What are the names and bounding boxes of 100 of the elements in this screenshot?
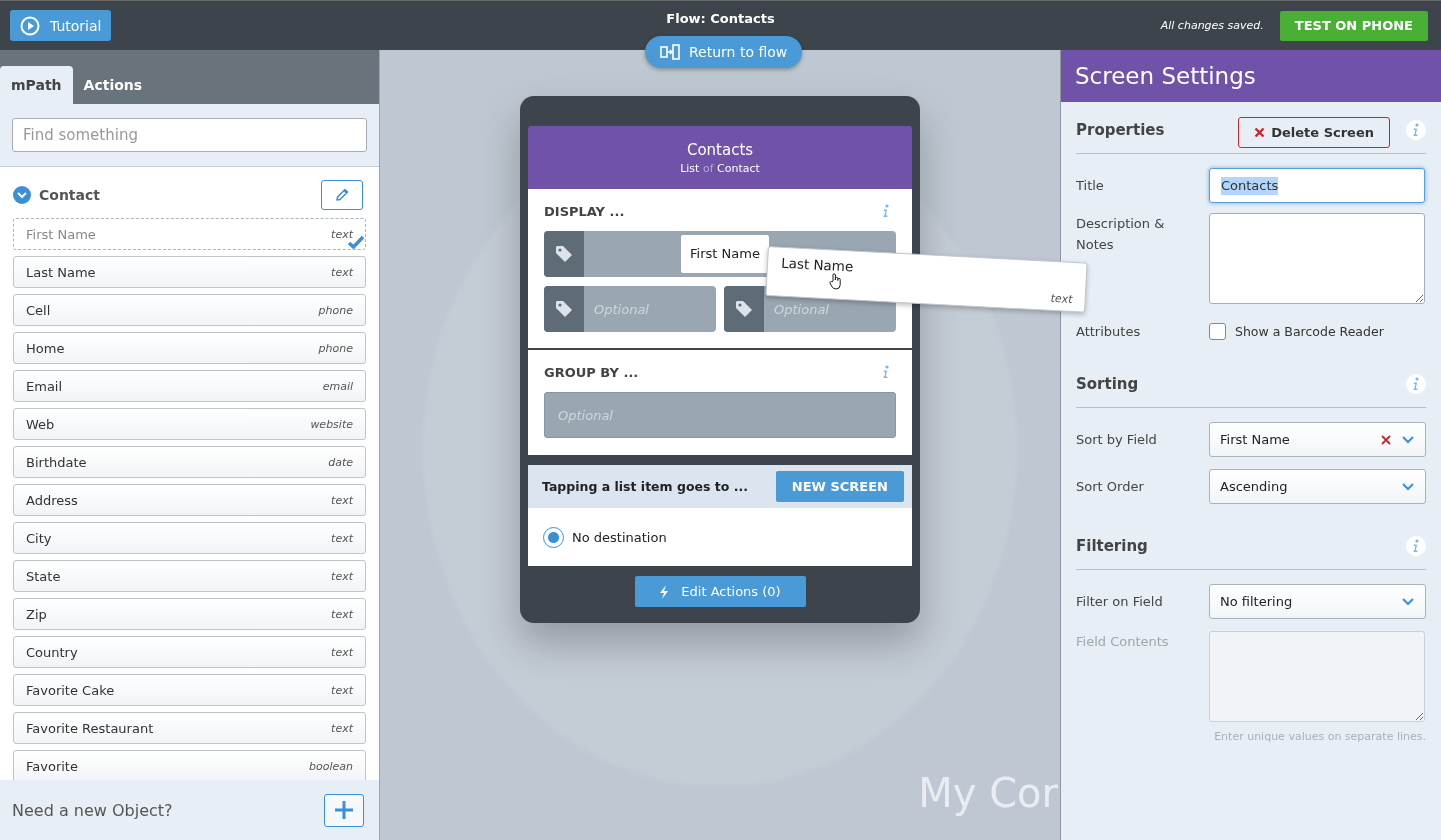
field-type: text — [331, 531, 353, 545]
field-item[interactable]: Home phone — [13, 332, 366, 364]
field-label: Title — [1076, 177, 1105, 195]
field-type: text — [331, 721, 353, 735]
field-item[interactable]: Email email — [13, 370, 366, 402]
field-item[interactable]: Cell phone — [13, 294, 366, 326]
field-item[interactable]: First Name text — [13, 218, 366, 250]
field-label: Field Contents — [1076, 633, 1170, 651]
field-type: email — [322, 379, 353, 393]
settings-title: Screen Settings — [1061, 50, 1441, 102]
field-name: First Name — [26, 226, 96, 242]
field-label: Attributes — [1076, 323, 1142, 341]
field-type: text — [331, 227, 353, 241]
title-field[interactable]: Contacts — [1209, 168, 1425, 203]
field-name: Email — [26, 378, 63, 394]
field-name: Favorite — [26, 758, 78, 774]
field-type: phone — [318, 341, 353, 355]
field-name: Birthdate — [26, 454, 87, 470]
checkbox-label: Show a Barcode Reader — [1235, 324, 1384, 339]
tag-icon — [735, 300, 753, 318]
field-label: Sort Order — [1076, 478, 1145, 496]
tag-icon — [555, 300, 573, 318]
field-type: text — [331, 645, 353, 659]
field-item[interactable]: Favorite boolean — [13, 750, 366, 780]
field-label: Filter on Field — [1076, 593, 1164, 611]
tap-label: Tapping a list item goes to ... — [542, 479, 748, 494]
field-type: text — [331, 683, 353, 697]
delete-screen-button[interactable]: Delete Screen — [1238, 117, 1390, 148]
close-icon — [1254, 127, 1266, 138]
field-type: text — [1050, 291, 1073, 306]
dropdown[interactable]: No filtering — [1209, 584, 1426, 619]
flow-title: Flow: Contacts — [666, 11, 775, 26]
field-item[interactable]: Birthdate date — [13, 446, 366, 478]
chevron-down-icon — [1401, 596, 1415, 607]
flow-icon — [660, 44, 680, 60]
field-item[interactable]: Country text — [13, 636, 366, 668]
chevron-down-icon — [1401, 481, 1415, 492]
field-type: date — [328, 455, 353, 469]
field-name: Favorite Cake — [26, 682, 115, 698]
field-type: text — [331, 607, 353, 621]
screen-title: Contacts — [685, 140, 755, 159]
radio-label: No destination — [572, 529, 667, 545]
search-field[interactable]: Find something — [12, 118, 367, 152]
field-name: Cell — [26, 302, 51, 318]
field-type: text — [331, 493, 353, 507]
description-field[interactable] — [1209, 213, 1425, 304]
dropdown[interactable]: Ascending — [1209, 469, 1426, 504]
pencil-icon — [334, 187, 350, 203]
edit-button[interactable] — [321, 180, 363, 210]
field-name: Last Name — [780, 255, 854, 275]
collapse-icon[interactable] — [13, 186, 31, 204]
field-type: website — [310, 417, 353, 431]
field-name: Favorite Restaurant — [26, 720, 154, 736]
info-icon — [1406, 373, 1426, 394]
section-heading: GROUP BY ... — [544, 364, 639, 380]
checkbox[interactable] — [1209, 323, 1226, 340]
field-type: boolean — [309, 759, 353, 773]
section-heading: Filtering — [1076, 536, 1148, 555]
field-item[interactable]: Web website — [13, 408, 366, 440]
add-object-button[interactable] — [324, 793, 364, 827]
field-name: Home — [26, 340, 65, 356]
section-heading: Sorting — [1076, 374, 1139, 393]
info-icon — [1406, 119, 1426, 140]
field-name: Address — [26, 492, 78, 508]
screen-subtitle: List of Contact — [679, 161, 761, 175]
field-item[interactable]: State text — [13, 560, 366, 592]
hint-text: Enter unique values on separate lines. — [1213, 730, 1426, 743]
field-item[interactable]: Favorite Restaurant text — [13, 712, 366, 744]
hand-cursor-icon — [829, 273, 843, 290]
field-name: State — [26, 568, 61, 584]
dropdown[interactable]: First Name — [1209, 422, 1426, 457]
field-name: Web — [26, 416, 55, 432]
field-item[interactable]: Zip text — [13, 598, 366, 630]
field-name: Last Name — [26, 264, 96, 280]
lightning-icon — [659, 584, 670, 599]
field-type: phone — [318, 303, 353, 317]
field-item[interactable]: Favorite Cake text — [13, 674, 366, 706]
object-name: Contact — [39, 187, 101, 203]
field-item[interactable]: Address text — [13, 484, 366, 516]
tag-icon — [555, 245, 573, 263]
play-icon — [20, 15, 40, 36]
chevron-down-icon — [1401, 434, 1415, 445]
field-type: text — [331, 569, 353, 583]
field-label: Sort by Field — [1076, 431, 1158, 449]
field-item[interactable]: City text — [13, 522, 366, 554]
info-icon — [1406, 535, 1426, 556]
radio-button[interactable] — [543, 526, 564, 548]
field-name: Zip — [26, 606, 47, 622]
save-status: All changes saved. — [1160, 19, 1264, 32]
field-type: text — [331, 265, 353, 279]
new-object-label: Need a new Object? — [12, 800, 173, 820]
plus-icon — [334, 800, 354, 820]
field-name: Country — [26, 644, 78, 660]
section-heading: Properties — [1076, 120, 1165, 139]
field-chip: First Name — [681, 235, 769, 273]
panel-tab[interactable]: mPath — [0, 66, 73, 104]
field-item[interactable]: Last Name text — [13, 256, 366, 288]
section-heading: DISPLAY ... — [544, 203, 625, 219]
panel-tab[interactable]: Actions — [72, 66, 154, 104]
field-name: City — [26, 530, 52, 546]
